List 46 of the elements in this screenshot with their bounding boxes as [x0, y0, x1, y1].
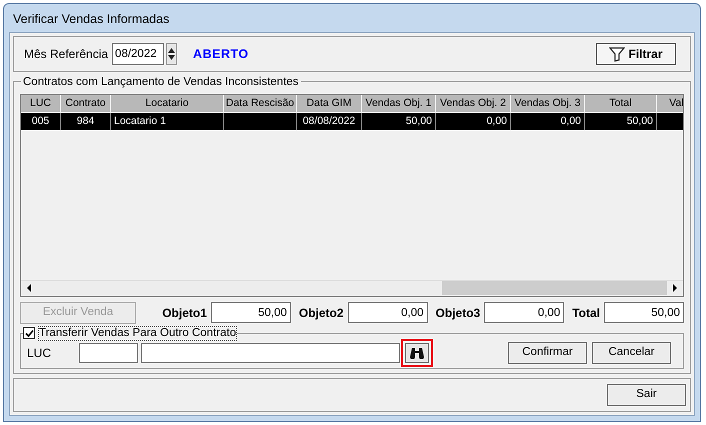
funnel-icon: [609, 46, 626, 62]
column-header[interactable]: Data Rescisão: [224, 95, 297, 113]
table-row[interactable]: 005 984 Locatario 1 08/08/2022 50,00 0,00 0,00 50,00: [21, 113, 683, 130]
reference-label: Mês Referência: [24, 46, 108, 63]
luc-label: LUC: [27, 344, 52, 362]
column-header[interactable]: Vendas Obj. 1: [362, 95, 436, 113]
table-cell: 0,00: [486, 115, 507, 127]
cancel-button[interactable]: Cancelar: [592, 342, 671, 364]
column-header[interactable]: LUC: [21, 95, 61, 113]
filter-button[interactable]: Filtrar: [596, 43, 676, 65]
table-cell: 005: [32, 115, 50, 127]
transfer-checkbox[interactable]: [23, 327, 35, 340]
total-field[interactable]: 0,00: [484, 302, 564, 324]
window-title: Verificar Vendas Informadas: [13, 10, 170, 28]
binoculars-button[interactable]: [405, 342, 429, 363]
total-field[interactable]: 50,00: [210, 302, 291, 324]
contract-name-field[interactable]: [141, 342, 400, 363]
total-field[interactable]: 50,00: [604, 302, 684, 324]
binoculars-icon: [409, 346, 425, 359]
spinner-arrows-icon[interactable]: [166, 43, 178, 65]
column-header[interactable]: Data GIM: [297, 95, 362, 113]
table-cell: Locatario 1: [114, 115, 166, 127]
table-cell: 984: [76, 115, 94, 127]
confirm-button[interactable]: Confirmar: [508, 342, 587, 364]
column-header[interactable]: Val: [657, 95, 683, 113]
column-header[interactable]: Total: [585, 95, 657, 113]
table-cell: 0,00: [560, 115, 581, 127]
total-label: Objeto1: [162, 304, 207, 322]
column-header[interactable]: Locatario: [111, 95, 224, 113]
transfer-label[interactable]: Transferir Vendas Para Outro Contrato: [38, 326, 238, 341]
table-cell: 50,00: [626, 115, 653, 127]
luc-field[interactable]: [79, 342, 138, 363]
table-cell: 50,00: [406, 115, 432, 127]
month-field[interactable]: 08/2022: [112, 43, 164, 65]
total-label: Objeto3: [436, 304, 480, 322]
total-field[interactable]: 0,00: [348, 302, 428, 324]
exit-button[interactable]: Sair: [607, 384, 686, 406]
column-header[interactable]: Vendas Obj. 2: [436, 95, 511, 113]
total-label: Objeto2: [298, 304, 344, 322]
scrollbar-thumb[interactable]: [442, 281, 667, 296]
column-header[interactable]: Vendas Obj. 3: [511, 95, 585, 113]
status-label: ABERTO: [193, 46, 249, 63]
table-cell: 08/08/2022: [302, 115, 356, 127]
horizontal-scrollbar[interactable]: [21, 280, 683, 296]
column-header[interactable]: Contrato: [61, 95, 111, 113]
total-label: Total: [572, 304, 600, 322]
